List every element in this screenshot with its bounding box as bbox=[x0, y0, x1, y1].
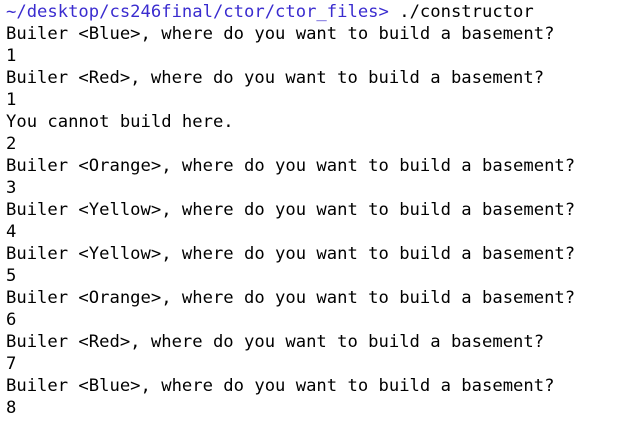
output-line: Builer <Yellow>, where do you want to bu… bbox=[6, 244, 576, 264]
error-line: You cannot build here. bbox=[6, 112, 234, 132]
input-line: 8 bbox=[6, 398, 17, 418]
input-line: 4 bbox=[6, 222, 17, 242]
input-line: 5 bbox=[6, 266, 17, 286]
input-line: 3 bbox=[6, 178, 17, 198]
prompt-path: ~/desktop/cs246final/ctor/ctor_files> bbox=[6, 2, 389, 22]
output-line: Builer <Orange>, where do you want to bu… bbox=[6, 156, 576, 176]
output-line: Builer <Blue>, where do you want to buil… bbox=[6, 376, 555, 396]
command-prompt-line: ~/desktop/cs246final/ctor/ctor_files> ./… bbox=[6, 1, 627, 23]
input-line: 6 bbox=[6, 310, 17, 330]
input-line: 7 bbox=[6, 354, 17, 374]
output-line: Builer <Yellow>, where do you want to bu… bbox=[6, 200, 576, 220]
output-line: Builer <Red>, where do you want to build… bbox=[6, 332, 545, 352]
output-line: Builer <Orange>, where do you want to bu… bbox=[6, 288, 576, 308]
input-line: 1 bbox=[6, 90, 17, 110]
output-line: Builer <Blue>, where do you want to buil… bbox=[6, 24, 555, 44]
output-line: Builer <Red>, where do you want to build… bbox=[6, 68, 545, 88]
input-line: 1 bbox=[6, 46, 17, 66]
terminal-window[interactable]: ~/desktop/cs246final/ctor/ctor_files> ./… bbox=[0, 0, 627, 421]
command-text: ./constructor bbox=[388, 2, 534, 22]
input-line: 2 bbox=[6, 134, 17, 154]
